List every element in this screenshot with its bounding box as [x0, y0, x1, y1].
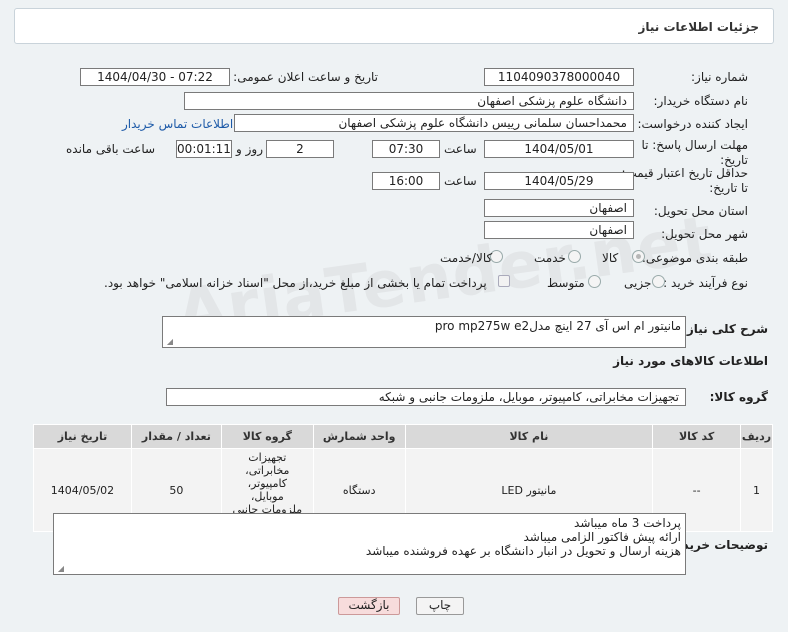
resize-handle-icon[interactable]: ◢ — [56, 565, 64, 573]
buyer-org-label: نام دستگاه خریدار: — [653, 94, 749, 108]
price-validity-time-field: 16:00 — [372, 172, 440, 190]
col-name: نام کالا — [404, 424, 654, 449]
col-group: گروه کالا — [220, 424, 314, 449]
buyer-note-line: ارائه پیش فاکتور الزامی میباشد — [523, 530, 681, 544]
process-radio-medium[interactable] — [588, 275, 601, 288]
buyer-note-line: هزینه ارسال و تحویل در انبار دانشگاه بر … — [365, 544, 681, 558]
col-unit: واحد شمارش — [312, 424, 406, 449]
need-number-field: 1104090378000040 — [484, 68, 634, 86]
resize-handle-icon[interactable]: ◢ — [165, 338, 173, 346]
price-validity-label: حداقل تاریخ اعتبار قیمت: تا تاریخ: — [621, 166, 748, 195]
creator-field: محمداحسان سلمانی رییس دانشگاه علوم پزشکی… — [234, 114, 634, 132]
creator-label: ایجاد کننده درخواست: — [637, 117, 748, 131]
treasury-payment-checkbox[interactable] — [498, 275, 510, 287]
announce-field: 1404/04/30 - 07:22 — [80, 68, 230, 86]
category-option-goods-service: کالا/خدمت — [440, 251, 493, 265]
category-radio-goods[interactable] — [632, 250, 645, 263]
description-textarea: مانیتور ام اس آی 27 اینچ مدلpro mp275w e… — [162, 316, 686, 348]
table-header-row: ردیف کد کالا نام کالا واحد شمارش گروه کا… — [33, 424, 773, 449]
province-label: استان محل تحویل: — [653, 204, 748, 218]
need-number-label: شماره نیاز: — [691, 70, 748, 84]
remaining-time-field: 00:01:11 — [176, 140, 232, 158]
description-label: شرح کلی نیاز: — [682, 322, 768, 336]
buyer-notes-textarea: پرداخت 3 ماه میباشد ارائه پیش فاکتور الز… — [53, 513, 686, 575]
col-date: تاریخ نیاز — [33, 424, 132, 449]
category-option-service: خدمت — [534, 251, 566, 265]
process-option-minor: جزیی — [624, 276, 652, 290]
city-field: اصفهان — [484, 221, 634, 239]
buyer-org-field: دانشگاه علوم پزشکی اصفهان — [184, 92, 634, 110]
days-label: روز و — [236, 142, 263, 156]
category-option-goods: کالا — [602, 251, 619, 265]
remaining-label: ساعت باقی مانده — [66, 142, 156, 156]
back-button[interactable]: بازگشت — [338, 597, 400, 615]
category-radio-service[interactable] — [568, 250, 581, 263]
print-button[interactable]: چاپ — [416, 597, 464, 615]
announce-label: تاریخ و ساعت اعلان عمومی: — [233, 70, 378, 84]
days-field: 2 — [266, 140, 334, 158]
items-section-title: اطلاعات کالاهای مورد نیاز — [613, 354, 768, 368]
deadline-date-field: 1404/05/01 — [484, 140, 634, 158]
buyer-note-line: پرداخت 3 ماه میباشد — [574, 516, 681, 530]
process-option-medium: متوسط — [547, 276, 585, 290]
price-validity-date-field: 1404/05/29 — [484, 172, 634, 190]
description-text: مانیتور ام اس آی 27 اینچ مدلpro mp275w e… — [434, 319, 681, 333]
city-label: شهر محل تحویل: — [661, 227, 748, 241]
price-validity-time-label: ساعت — [444, 174, 477, 188]
cell-row: 1 — [740, 448, 773, 532]
contact-info-link[interactable]: اطلاعات تماس خریدار — [122, 117, 233, 131]
col-row: ردیف — [740, 424, 773, 449]
col-code: کد کالا — [652, 424, 742, 449]
deadline-time-label: ساعت — [444, 142, 477, 156]
deadline-label: مهلت ارسال پاسخ: تا تاریخ: — [641, 138, 748, 167]
treasury-payment-note: پرداخت تمام یا بخشی از مبلغ خرید،از محل … — [104, 276, 487, 290]
goods-group-label: گروه کالا: — [709, 390, 768, 404]
deadline-time-field: 07:30 — [372, 140, 440, 158]
page-title: جزئیات اطلاعات نیاز — [638, 20, 759, 34]
province-field: اصفهان — [484, 199, 634, 217]
header-panel: جزئیات اطلاعات نیاز — [14, 8, 774, 44]
col-qty: تعداد / مقدار — [130, 424, 222, 449]
goods-group-field: تجهیزات مخابراتی، کامپیوتر، موبایل، ملزو… — [166, 388, 686, 406]
category-label: طبقه بندی موضوعی: — [641, 251, 748, 265]
process-label: نوع فرآیند خرید : — [663, 276, 748, 290]
process-radio-minor[interactable] — [652, 275, 665, 288]
